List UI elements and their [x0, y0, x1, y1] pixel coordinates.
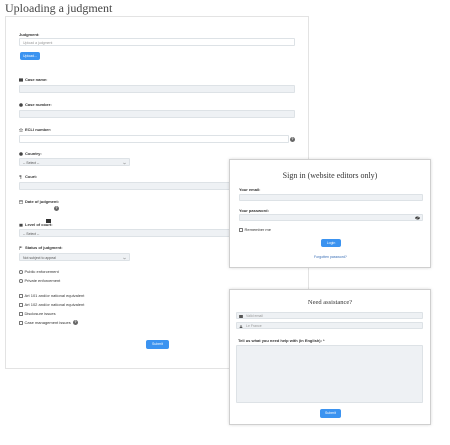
status-select[interactable]: Not subject to appeal [19, 253, 130, 261]
email-label: Your email: [239, 187, 261, 192]
email-input[interactable] [239, 194, 423, 201]
flag-icon [19, 246, 23, 250]
assist-email-placeholder: Valid email [246, 314, 263, 318]
art102-checkbox[interactable]: Art 102 and/or national equivalent [19, 302, 84, 307]
assist-message-textarea[interactable] [236, 345, 423, 403]
case-number-input[interactable] [19, 110, 295, 118]
level-select-value: -- Select -- [23, 231, 40, 236]
submit-judgment-button[interactable]: Submit [146, 340, 169, 349]
remember-me-checkbox[interactable]: Remember me [239, 227, 271, 232]
art101-checkbox[interactable]: Art 101 and/or national equivalent [19, 293, 84, 298]
country-select[interactable]: -- Select -- [19, 158, 130, 166]
assistance-panel: Need assistance? Valid email Le France T… [229, 289, 431, 425]
envelope-icon [239, 314, 243, 318]
assist-name-input[interactable]: Le France [236, 322, 423, 329]
chevron-down-icon [123, 162, 126, 164]
private-enforcement-radio[interactable]: Private enforcement [19, 278, 60, 283]
password-label: Your password: [239, 208, 269, 213]
level-label: Level of court: [19, 222, 53, 227]
country-select-value: -- Select -- [23, 160, 40, 165]
scales-icon [19, 78, 23, 82]
status-select-value: Not subject to appeal [23, 255, 56, 260]
public-enforcement-radio[interactable]: Public enforcement [19, 269, 59, 274]
calendar-icon [19, 200, 23, 204]
disclosure-checkbox[interactable]: Disclosure issues [19, 311, 56, 316]
password-input[interactable] [239, 214, 423, 221]
ecli-help-icon[interactable]: ? [290, 136, 295, 142]
case-management-help-icon[interactable]: ? [73, 320, 78, 325]
assistance-title: Need assistance? [307, 299, 353, 306]
judgment-file-input[interactable]: Upload a judgment [19, 38, 295, 46]
chevron-down-icon [123, 257, 126, 259]
assist-email-input[interactable]: Valid email [236, 312, 423, 319]
date-help-icon[interactable]: ? [54, 206, 59, 211]
ecli-label: ECLI number: [19, 127, 51, 132]
signin-panel: Sign in (website editors only) Your emai… [229, 159, 431, 268]
globe-icon [19, 103, 23, 107]
assist-message-label: Tell us what you need help with (in Engl… [238, 338, 325, 343]
eye-slash-icon[interactable] [415, 216, 420, 220]
gavel-icon [19, 175, 23, 179]
calendar-picker-icon[interactable] [46, 210, 51, 223]
case-name-input[interactable] [19, 85, 295, 93]
star-icon [19, 127, 23, 132]
building-icon [19, 223, 23, 227]
login-button[interactable]: Login [321, 239, 341, 247]
page-title: Uploading a judgment [5, 1, 113, 15]
case-number-label: Case number: [19, 102, 52, 107]
date-label: Date of judgment: [19, 199, 59, 204]
assist-name-placeholder: Le France [246, 324, 262, 328]
ecli-input[interactable] [19, 135, 289, 143]
signin-title: Sign in (website editors only) [282, 171, 378, 180]
country-label: Country: [19, 151, 42, 156]
judgment-label: Judgment: [19, 32, 40, 37]
status-label: Status of judgment: [19, 245, 63, 250]
case-management-checkbox[interactable]: Case management issues [19, 320, 71, 325]
globe-icon [19, 152, 23, 156]
court-label: Court: [19, 174, 37, 179]
user-icon [239, 324, 243, 328]
case-name-label: Case name: [19, 77, 47, 82]
upload-button[interactable]: Upload... [20, 52, 40, 60]
assist-submit-button[interactable]: Submit [320, 409, 341, 418]
judgment-placeholder: Upload a judgment [23, 40, 53, 45]
forgot-password-link[interactable]: Forgotten password? [314, 255, 347, 259]
